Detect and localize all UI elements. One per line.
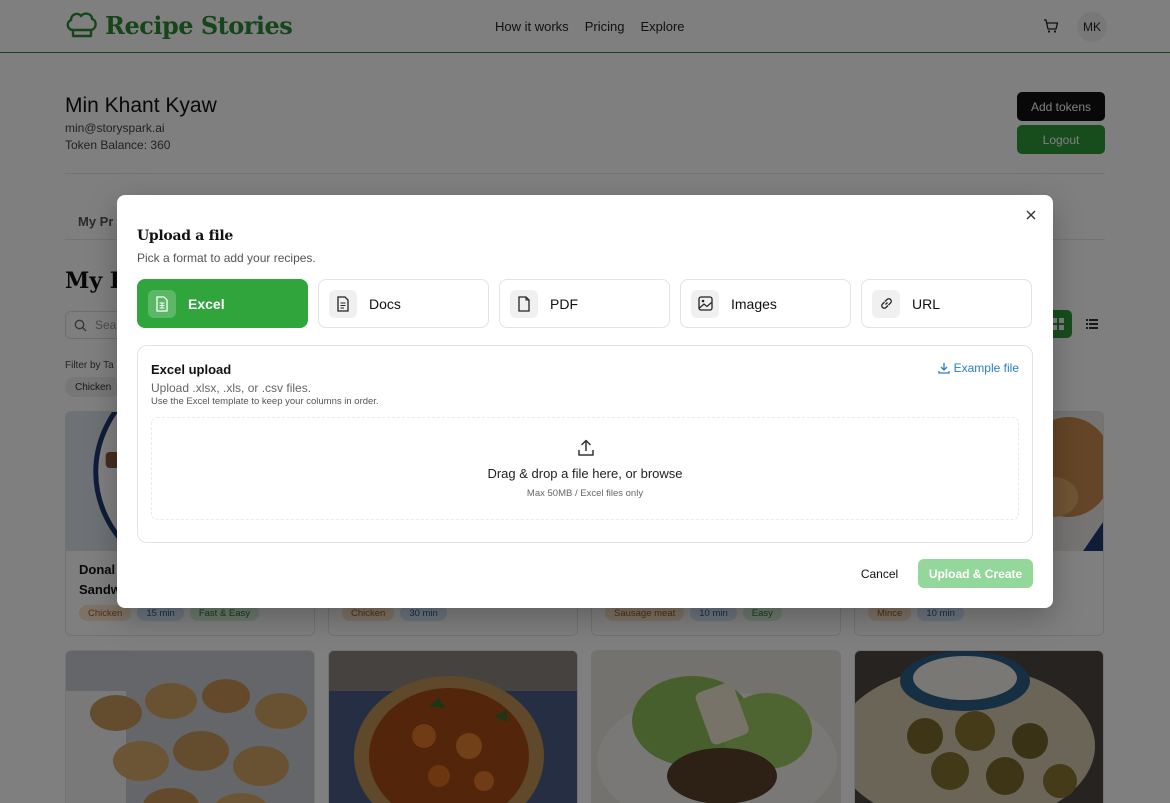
- dropzone-text: Drag & drop a file here, or browse: [487, 466, 683, 481]
- format-label: URL: [912, 295, 941, 312]
- panel-hint: Use the Excel template to keep your colu…: [151, 396, 379, 407]
- close-icon: [1026, 210, 1036, 220]
- image-icon: [691, 289, 719, 318]
- upload-icon: [578, 439, 594, 456]
- modal-subtitle: Pick a format to add your recipes.: [137, 251, 316, 265]
- file-dropzone[interactable]: Drag & drop a file here, or browse Max 5…: [151, 417, 1019, 520]
- panel-title: Excel upload: [151, 362, 232, 377]
- format-docs-button[interactable]: Docs: [318, 279, 489, 328]
- close-button[interactable]: [1023, 207, 1039, 223]
- excel-upload-panel: Excel upload Upload .xlsx, .xls, or .csv…: [137, 345, 1033, 543]
- format-url-button[interactable]: URL: [861, 279, 1032, 328]
- example-file-label: Example file: [953, 361, 1019, 375]
- format-excel-button[interactable]: Excel: [137, 279, 308, 328]
- example-file-link[interactable]: Example file: [937, 361, 1019, 375]
- panel-subtitle: Upload .xlsx, .xls, or .csv files.: [151, 381, 312, 395]
- format-label: Docs: [369, 295, 401, 312]
- file-icon: [510, 289, 538, 318]
- format-label: Images: [731, 295, 777, 312]
- download-icon: [937, 363, 950, 374]
- modal-title: Upload a file: [137, 228, 234, 244]
- upload-modal: Upload a file Pick a format to add your …: [117, 195, 1053, 608]
- document-icon: [329, 289, 357, 318]
- upload-create-button[interactable]: Upload & Create: [918, 559, 1033, 588]
- format-images-button[interactable]: Images: [680, 279, 851, 328]
- format-options: Excel Docs PDF Images URL: [137, 279, 1032, 328]
- format-label: PDF: [550, 295, 578, 312]
- dropzone-note: Max 50MB / Excel files only: [526, 488, 644, 499]
- spreadsheet-icon: [148, 289, 176, 318]
- link-icon: [872, 289, 900, 318]
- cancel-button[interactable]: Cancel: [852, 559, 907, 588]
- format-pdf-button[interactable]: PDF: [499, 279, 670, 328]
- format-label: Excel: [188, 295, 225, 312]
